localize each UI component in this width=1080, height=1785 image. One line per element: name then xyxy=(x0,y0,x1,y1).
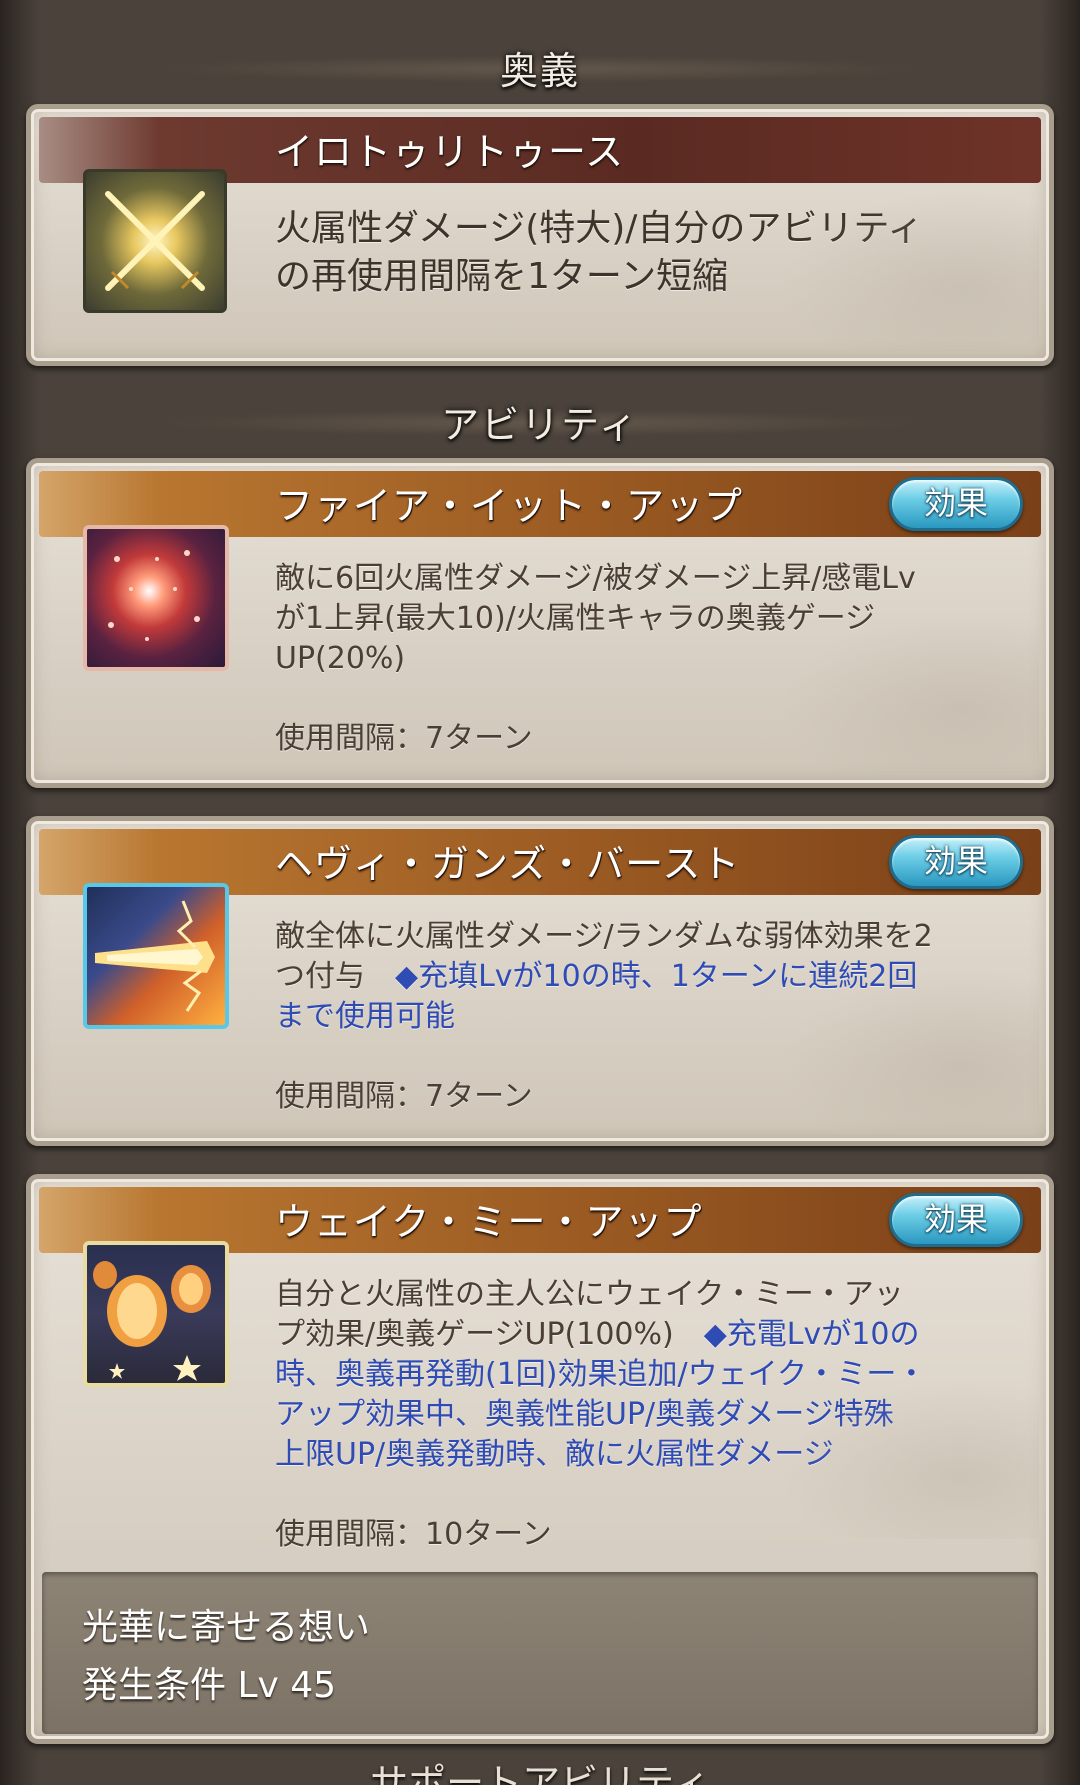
section-header-ougi: 奥義 xyxy=(0,32,1080,102)
ability-desc-highlight: ◆充電Lvが10の xyxy=(703,1317,920,1352)
ability-desc-text: つ付与 xyxy=(275,959,395,994)
ability-cooldown: 使用間隔：7ターン xyxy=(275,721,533,756)
ability-desc-text: プ効果/奥義ゲージUP(100%) xyxy=(275,1317,704,1352)
card-ornament xyxy=(779,971,1039,1131)
section-header-ability: アビリティ xyxy=(0,386,1080,456)
card-ornament xyxy=(779,613,1039,773)
ability-cooldown: 使用間隔：7ターン xyxy=(275,1079,533,1114)
gun-blast-icon xyxy=(83,883,229,1029)
unlock-condition: 発生条件 Lv 45 xyxy=(82,1665,337,1706)
section-title-ability: アビリティ xyxy=(441,402,639,447)
ougi-card: イロトゥリトゥース 火属性ダメージ(特大)/自分のアビリティ の再使用間隔を1タ… xyxy=(26,104,1054,366)
ougi-name: イロトゥリトゥース xyxy=(275,130,625,174)
effect-button[interactable]: 効果 xyxy=(889,1193,1023,1247)
ability-name: ウェイク・ミー・アップ xyxy=(275,1200,703,1244)
lanterns-icon xyxy=(83,1241,229,1387)
card-ornament xyxy=(779,191,1039,351)
fireworks-icon xyxy=(83,525,229,671)
card-ornament xyxy=(779,1379,1039,1539)
unlock-condition-panel: 光華に寄せる想い 発生条件 Lv 45 xyxy=(42,1572,1038,1734)
ability-name: ファイア・イット・アップ xyxy=(275,484,744,528)
ability-desc-line: 敵に6回火属性ダメージ/被ダメージ上昇/感電Lv xyxy=(275,561,916,596)
crossed-swords-icon xyxy=(83,169,227,313)
effect-button[interactable]: 効果 xyxy=(889,477,1023,531)
ability-cooldown: 使用間隔：10ターン xyxy=(275,1517,552,1552)
section-title-ougi: 奥義 xyxy=(499,48,580,93)
section-title-support: サポートアビリティ xyxy=(370,1761,710,1785)
ability-card-1: ファイア・イット・アップ 効果 敵に6回火属性ダメージ/被ダメージ上昇/感電Lv… xyxy=(26,458,1054,788)
ability-name: ヘヴィ・ガンズ・バースト xyxy=(275,842,741,886)
unlock-title: 光華に寄せる想い xyxy=(82,1607,371,1648)
ability-desc-line: 敵全体に火属性ダメージ/ランダムな弱体効果を2 xyxy=(275,919,933,954)
ability-card-2: ヘヴィ・ガンズ・バースト 効果 敵全体に火属性ダメージ/ランダムな弱体効果を2 … xyxy=(26,816,1054,1146)
effect-button[interactable]: 効果 xyxy=(889,835,1023,889)
ability-desc-line: プ効果/奥義ゲージUP(100%) ◆充電Lvが10の xyxy=(275,1315,926,1355)
ability-desc-line: 自分と火属性の主人公にウェイク・ミー・アッ xyxy=(275,1277,904,1312)
